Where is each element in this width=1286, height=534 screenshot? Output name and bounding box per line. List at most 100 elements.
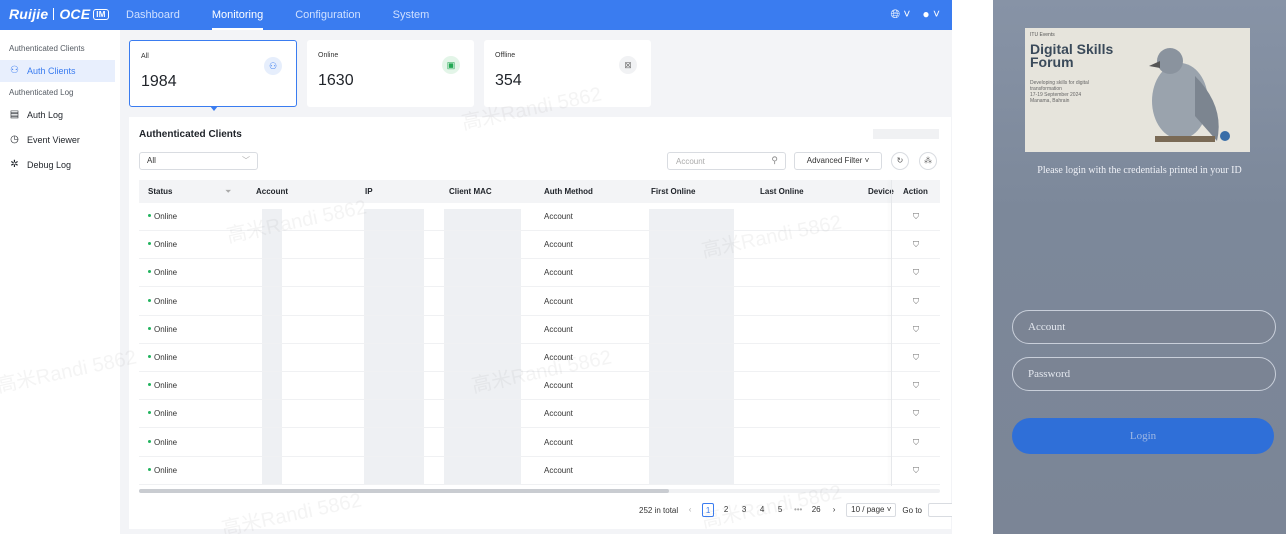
page-3[interactable]: 3 [738, 503, 750, 517]
auth-method-cell: Account [544, 465, 573, 475]
status-cell: Online [148, 457, 177, 485]
active-card-caret [210, 106, 218, 111]
table-row: Online Account ⛉ [139, 316, 940, 344]
redacted-bar [873, 129, 939, 139]
search-input[interactable] [676, 153, 766, 169]
sidebar-group-auth-log: Authenticated Log [9, 88, 74, 97]
search-icon[interactable]: ⚲ [771, 155, 778, 166]
auth-method-cell: Account [544, 324, 573, 334]
logo-product: OCE [59, 6, 91, 22]
next-page-icon[interactable]: › [828, 503, 840, 517]
login-button[interactable]: Login [1012, 418, 1274, 454]
col-last-online: Last Online [760, 187, 804, 196]
status-dot-icon [148, 214, 151, 217]
auth-method-cell: Account [544, 240, 573, 250]
col-status-label: Status [148, 187, 173, 196]
col-device: Device [868, 187, 894, 196]
refresh-icon[interactable]: ↻ [891, 152, 909, 170]
auth-method-cell: Account [544, 212, 573, 221]
nav-monitoring[interactable]: Monitoring [196, 0, 279, 30]
globe-icon[interactable]: 🌐︎ ˅ [890, 7, 910, 22]
prev-page-icon[interactable]: ‹ [684, 503, 696, 517]
password-field[interactable]: Password [1012, 357, 1276, 391]
user-icon[interactable]: ● ˅ [922, 7, 940, 22]
stat-value: 1984 [141, 73, 177, 90]
shield-icon[interactable]: ⛉ [911, 211, 921, 222]
select-value: All [147, 156, 156, 165]
status-cell: Online [148, 344, 177, 372]
monitor-check-icon: ▣ [442, 56, 460, 74]
stat-card-offline[interactable]: Offline 354 ⊠ [484, 40, 651, 107]
page-ellipsis[interactable]: ••• [792, 503, 804, 517]
table-row: Online Account ⛉ [139, 231, 940, 260]
sidebar: Authenticated Clients ⚇ Auth Clients Auth… [0, 30, 120, 534]
shield-icon[interactable]: ⛉ [911, 465, 921, 476]
top-bar: Ruijie OCE IM Dashboard Monitoring Configu… [0, 0, 952, 30]
shield-icon[interactable]: ⛉ [911, 267, 921, 278]
shield-icon[interactable]: ⛉ [911, 296, 921, 307]
sidebar-item-auth-log[interactable]: ▤ Auth Log [0, 104, 120, 126]
shield-icon[interactable]: ⛉ [911, 239, 921, 250]
sidebar-item-debug-log[interactable]: ✲ Debug Log [0, 154, 120, 176]
shield-icon[interactable]: ⛉ [911, 324, 921, 335]
status-dot-icon [148, 298, 151, 302]
page-5[interactable]: 5 [774, 503, 786, 517]
nav-system[interactable]: System [377, 0, 446, 30]
logo-badge: IM [93, 9, 109, 20]
chevron-down-icon: ﹀ [242, 156, 250, 165]
page-last[interactable]: 26 [810, 503, 822, 517]
filter-icon[interactable]: ⏷ [225, 180, 235, 203]
advanced-filter-label: Advanced Filter [806, 156, 863, 165]
shield-icon[interactable]: ⛉ [911, 380, 921, 391]
stat-value: 354 [495, 72, 522, 89]
status-filter-select[interactable]: All ﹀ [139, 152, 258, 170]
account-field[interactable]: Account [1012, 310, 1276, 344]
search-box[interactable]: ⚲ [667, 152, 786, 170]
col-account: Account [256, 187, 288, 196]
falcon-illustration [1149, 48, 1230, 142]
bug-icon: ✲ [10, 159, 19, 170]
nav-configuration[interactable]: Configuration [279, 0, 376, 30]
page-size-select[interactable]: 10 / page ˅ [846, 503, 897, 517]
shield-icon[interactable]: ⛉ [911, 352, 921, 363]
column-settings-icon[interactable]: ⁂ [919, 152, 937, 170]
shield-icon[interactable]: ⛉ [911, 437, 921, 448]
status-dot-icon [148, 270, 151, 274]
col-auth-method: Auth Method [544, 187, 593, 196]
sidebar-item-label: Auth Log [27, 110, 64, 120]
event-poster: ITU Events Digital Skills Forum Developin… [1025, 28, 1250, 152]
table-row: Online Account ⛉ [139, 400, 940, 429]
login-photo: ITU Events Digital Skills Forum Developin… [993, 0, 1286, 534]
auth-method-cell: Account [544, 409, 573, 419]
status-cell: Online [148, 400, 177, 428]
sidebar-item-event-viewer[interactable]: ◷ Event Viewer [0, 129, 120, 151]
goto-input[interactable] [928, 503, 952, 517]
status-cell: Online [148, 288, 177, 316]
page-2[interactable]: 2 [720, 503, 732, 517]
nav-dashboard[interactable]: Dashboard [110, 0, 196, 30]
poster-title-line-2: Forum [1030, 54, 1074, 70]
status-text: Online [154, 381, 178, 391]
sidebar-item-label: Event Viewer [27, 135, 80, 145]
auth-method-cell: Account [544, 296, 573, 306]
auth-method-cell: Account [544, 353, 573, 362]
table-row: Online Account ⛉ [139, 288, 940, 316]
status-text: Online [154, 465, 178, 475]
col-first-online: First Online [651, 187, 696, 196]
advanced-filter-button[interactable]: Advanced Filter ˅ [794, 152, 882, 170]
poster-title: Digital Skills Forum [1030, 42, 1113, 70]
stat-card-online[interactable]: Online 1630 ▣ [307, 40, 474, 107]
sidebar-item-auth-clients[interactable]: ⚇ Auth Clients [0, 60, 115, 82]
shield-icon[interactable]: ⛉ [911, 408, 921, 419]
status-dot-icon [148, 467, 151, 471]
goto-label: Go to [902, 505, 922, 515]
page-1[interactable]: 1 [702, 503, 715, 517]
sidebar-item-label: Auth Clients [27, 66, 76, 76]
horizontal-scrollbar[interactable] [139, 489, 940, 493]
stat-card-all[interactable]: All 1984 ⚇ [129, 40, 297, 107]
page-4[interactable]: 4 [756, 503, 768, 517]
scrollbar-thumb[interactable] [139, 489, 669, 493]
admin-console: Ruijie OCE IM Dashboard Monitoring Configu… [0, 0, 952, 534]
auth-method-cell: Account [544, 381, 573, 391]
clients-panel: Authenticated Clients All ﹀ ⚲ Advanced F… [129, 117, 952, 529]
